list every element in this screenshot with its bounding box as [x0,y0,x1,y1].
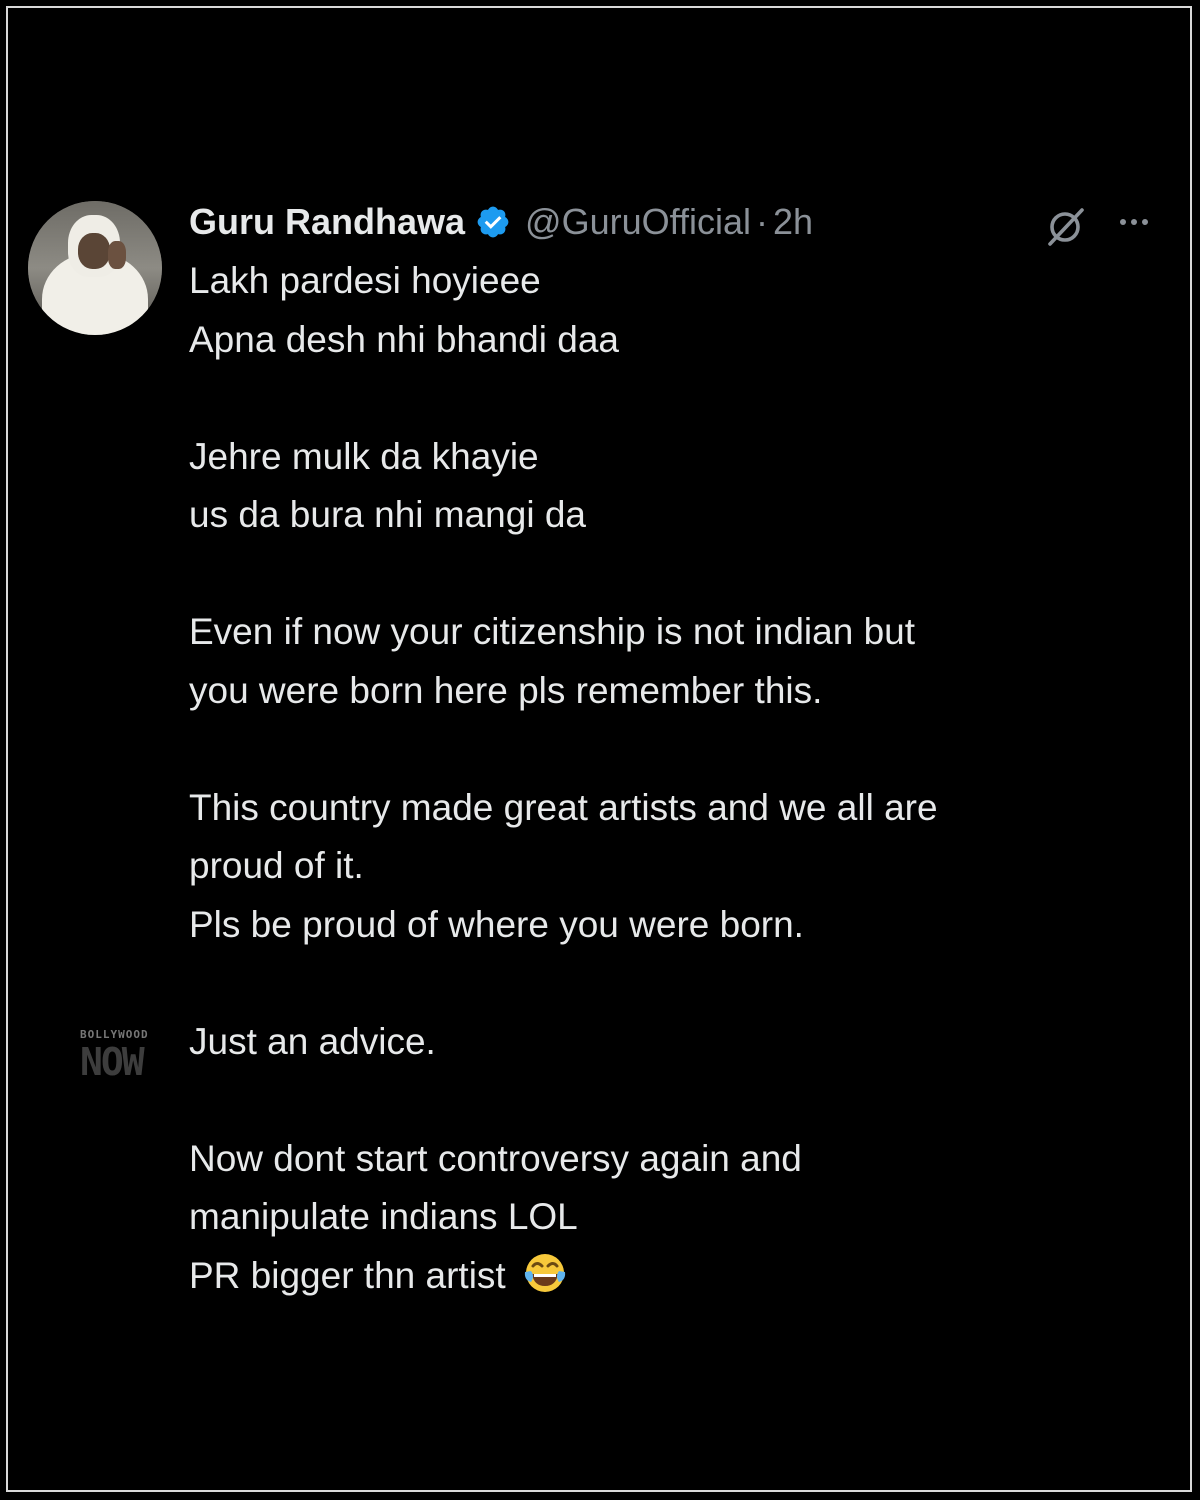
tweet-line: you were born here pls remember this. [189,669,823,711]
tweet-line: manipulate indians LOL [189,1196,578,1237]
author-name[interactable]: Guru Randhawa [189,201,465,243]
tweet-line: Apna desh nhi bhandi daa [189,318,619,360]
tweet-text: Lakh pardesi hoyieee Apna desh nhi bhand… [189,252,1179,1305]
avatar[interactable] [28,201,162,335]
tweet-line: This country made great artists and we a… [189,786,938,828]
tweet-line: Just an advice. [189,1020,436,1062]
tweet-line: Now dont start controversy again and [189,1137,802,1179]
tweet-line-last: PR bigger thn artist [189,1247,1179,1306]
tweet-line: Jehre mulk da khayie [189,435,539,477]
tweet-line: Even if now your citizenship is not indi… [189,611,916,652]
grok-icon[interactable] [1042,204,1088,250]
tweet-line: proud of it. [189,845,364,886]
verified-badge-icon [477,206,509,238]
tweet-line: PR bigger thn artist [189,1254,506,1296]
timestamp[interactable]: 2h [773,201,813,243]
tears-of-joy-emoji-icon [524,1253,566,1292]
separator-dot: · [755,201,768,242]
tweet-line: us da bura nhi mangi da [189,494,586,535]
tweet-line: Lakh pardesi hoyieee [189,260,541,301]
tweet-header: Guru Randhawa @GuruOfficial · 2h [189,200,813,244]
more-options-icon[interactable] [1120,200,1148,244]
author-handle[interactable]: @GuruOfficial [525,201,751,243]
tweet-line: Pls be proud of where you were born. [189,903,804,945]
bollywood-now-watermark: BOLLYWOOD NOW [80,1028,149,1084]
